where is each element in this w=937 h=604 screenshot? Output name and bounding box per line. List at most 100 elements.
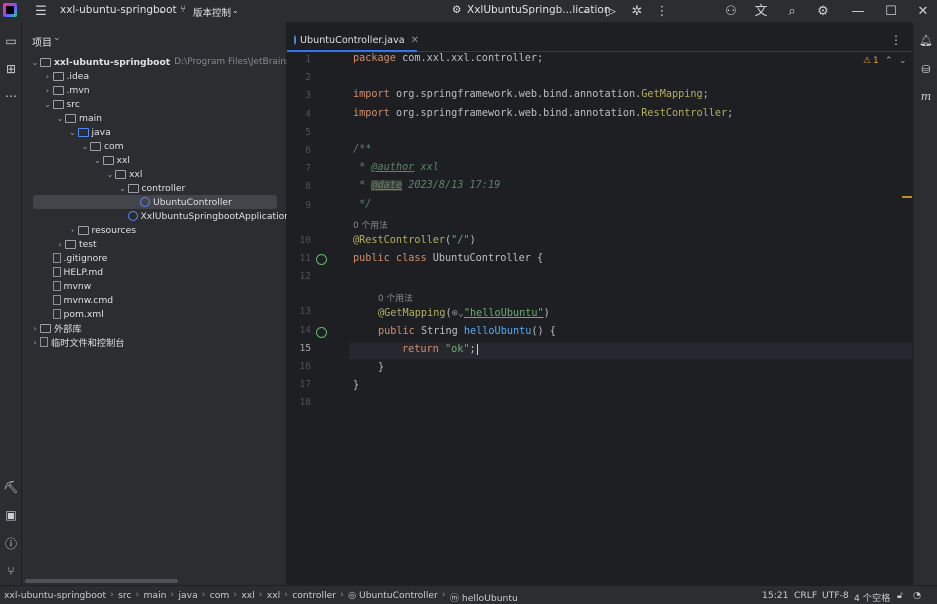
line-number[interactable]: 8 xyxy=(281,181,311,192)
line-number[interactable]: 3 xyxy=(281,90,311,101)
database-icon[interactable]: ⛁ xyxy=(918,61,934,77)
tree-item[interactable]: › 外部库 xyxy=(30,321,82,335)
warning-count[interactable]: 1 xyxy=(873,56,879,66)
tree-item[interactable]: › resources xyxy=(68,223,136,237)
line-separator[interactable]: CRLF xyxy=(794,590,817,601)
tree-item[interactable]: ⌄ main xyxy=(55,111,102,125)
run-config-selector[interactable]: XxlUbuntuSpringb...lication xyxy=(467,4,610,16)
chevron-down-icon[interactable]: ⌄ xyxy=(53,33,61,43)
code-editor[interactable]: UbuntuController.java ✕ ⋮ ⚠ 1 ⌃ ⌄ 123456… xyxy=(287,22,912,585)
chevron-right-icon[interactable]: › xyxy=(30,324,40,333)
tree-item[interactable]: mvnw xyxy=(43,279,91,293)
chevron-right-icon[interactable]: › xyxy=(43,72,53,81)
structure-icon[interactable]: ⊞ xyxy=(3,61,19,77)
breadcrumb-item[interactable]: ◎ UbuntuController xyxy=(348,590,438,601)
account-icon[interactable]: ⚇ xyxy=(723,3,739,19)
line-number[interactable]: 5 xyxy=(281,127,311,138)
tree-item[interactable]: UbuntuController xyxy=(130,195,232,209)
run-icon[interactable]: ▷ xyxy=(603,3,619,19)
chevron-right-icon[interactable]: › xyxy=(68,226,78,235)
lock-icon[interactable]: 🔓︎ xyxy=(897,590,903,601)
tree-item[interactable]: ⌄ controller xyxy=(118,181,185,195)
settings-gear-icon[interactable]: ⚙ xyxy=(815,3,831,19)
tab-ubuntu-controller[interactable]: UbuntuController.java ✕ xyxy=(287,30,419,52)
tree-item[interactable]: .gitignore xyxy=(43,251,107,265)
line-number[interactable]: 6 xyxy=(281,145,311,156)
breadcrumb-item[interactable]: xxl-ubuntu-springboot xyxy=(4,590,106,601)
git-icon[interactable]: ⑂ xyxy=(3,563,19,579)
file-encoding[interactable]: UTF-8 xyxy=(822,590,849,601)
chevron-down-icon[interactable]: ⌄ xyxy=(899,56,907,66)
tree-item[interactable]: XxlUbuntuSpringbootApplication xyxy=(118,209,290,223)
more-tools-icon[interactable]: ⋯ xyxy=(3,88,19,104)
more-actions-icon[interactable]: ⋮ xyxy=(654,3,670,19)
line-number[interactable]: 15 xyxy=(281,343,311,354)
line-number[interactable]: 18 xyxy=(281,397,311,408)
line-number[interactable]: 16 xyxy=(281,361,311,372)
usage-hint[interactable]: 0 个用法 xyxy=(378,291,413,304)
project-folder-icon[interactable]: ▭ xyxy=(3,33,19,49)
translate-icon[interactable]: 文 xyxy=(753,3,769,19)
tree-item[interactable]: HELP.md xyxy=(43,265,103,279)
chevron-down-icon[interactable]: ⌄ xyxy=(30,58,40,67)
maximize-icon[interactable]: ☐ xyxy=(883,3,899,19)
tree-item[interactable]: ⌄ xxl xyxy=(93,153,130,167)
breadcrumb-item[interactable]: controller xyxy=(292,590,336,601)
tree-item[interactable]: ⌄ xxl-ubuntu-springboot D:\Program Files\J… xyxy=(30,55,318,69)
bean-gutter-icon[interactable] xyxy=(316,254,327,265)
tree-item[interactable]: mvnw.cmd xyxy=(43,293,113,307)
search-icon[interactable]: ⌕ xyxy=(784,3,800,19)
minimize-icon[interactable]: — xyxy=(850,3,866,19)
breadcrumb-item[interactable]: java xyxy=(178,590,197,601)
chevron-down-icon[interactable]: ⌄ xyxy=(68,128,78,137)
tree-item[interactable]: ⌄ com xyxy=(80,139,124,153)
line-number[interactable]: 2 xyxy=(281,72,311,83)
tab-options-icon[interactable]: ⋮ xyxy=(890,33,902,47)
chevron-down-icon[interactable]: ⌄ xyxy=(43,100,53,109)
debug-icon[interactable]: ✲ xyxy=(629,3,645,19)
chevron-down-icon[interactable]: ⌄ xyxy=(105,170,115,179)
horizontal-scrollbar[interactable] xyxy=(25,579,178,583)
chevron-down-icon[interactable]: ⌄ xyxy=(118,184,128,193)
project-panel-title[interactable]: 项目 xyxy=(32,34,52,49)
notifications-bell-icon[interactable]: 🔔︎ xyxy=(918,32,934,48)
tree-item[interactable]: › .mvn xyxy=(43,83,90,97)
intellij-logo-icon[interactable] xyxy=(3,3,17,17)
endpoint-gutter-icon[interactable] xyxy=(316,327,327,338)
chevron-up-icon[interactable]: ⌃ xyxy=(885,56,893,66)
chevron-right-icon[interactable]: › xyxy=(30,338,40,347)
tree-item[interactable]: › .idea xyxy=(43,69,89,83)
main-menu-icon[interactable]: ☰ xyxy=(33,3,49,19)
line-number[interactable]: 12 xyxy=(281,271,311,282)
line-number[interactable]: 13 xyxy=(281,306,311,317)
tree-item[interactable]: ⌄ java xyxy=(68,125,111,139)
inspection-icon[interactable]: ◔ xyxy=(913,590,921,601)
line-number[interactable]: 4 xyxy=(281,109,311,120)
tree-item[interactable]: ⌄ src xyxy=(43,97,80,111)
line-number[interactable]: 7 xyxy=(281,163,311,174)
caret-position[interactable]: 15:21 xyxy=(762,590,788,601)
breadcrumb-item[interactable]: src xyxy=(118,590,131,601)
warning-scroll-marker[interactable] xyxy=(902,196,912,198)
line-number[interactable]: 1 xyxy=(281,54,311,65)
tab-close-icon[interactable]: ✕ xyxy=(411,35,419,46)
line-number[interactable]: 11 xyxy=(281,253,311,264)
problems-icon[interactable]: ⓘ xyxy=(3,535,19,551)
line-number[interactable]: 14 xyxy=(281,325,311,336)
warning-icon[interactable]: ⚠ xyxy=(863,56,871,66)
breadcrumb-item[interactable]: xxl xyxy=(241,590,254,601)
chevron-down-icon[interactable]: ⌄ xyxy=(93,156,103,165)
breadcrumb-item[interactable]: com xyxy=(210,590,230,601)
chevron-down-icon[interactable]: ⌄ xyxy=(80,142,90,151)
breadcrumb-item[interactable]: xxl xyxy=(267,590,280,601)
vcs-menu[interactable]: 版本控制 xyxy=(193,5,231,19)
maven-icon[interactable]: m xyxy=(918,88,934,104)
line-number[interactable]: 17 xyxy=(281,379,311,390)
chevron-down-icon[interactable]: ⌄ xyxy=(55,114,65,123)
close-icon[interactable]: ✕ xyxy=(915,3,931,19)
line-number[interactable]: 9 xyxy=(281,200,311,211)
breadcrumb-item[interactable]: ⓜ helloUbuntu xyxy=(450,590,518,604)
line-number[interactable]: 10 xyxy=(281,235,311,246)
tree-item[interactable]: › test xyxy=(55,237,96,251)
chevron-right-icon[interactable]: › xyxy=(55,240,65,249)
